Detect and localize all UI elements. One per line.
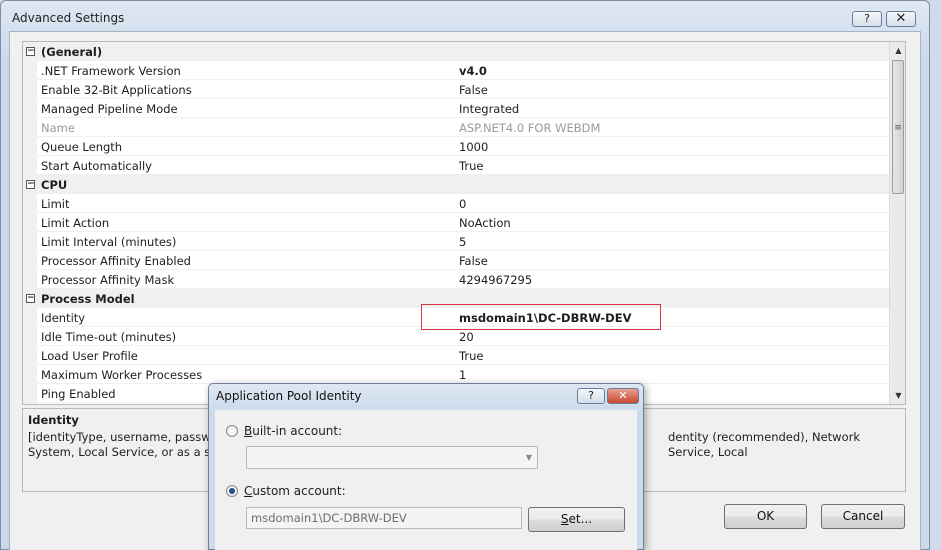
property-name: Managed Pipeline Mode	[41, 102, 178, 116]
window-title: Advanced Settings	[12, 11, 125, 25]
dialog-close-button[interactable]: ✕	[607, 388, 639, 404]
category-label: CPU	[41, 178, 68, 192]
description-line1-right: dentity (recommended), Network Service, …	[668, 430, 860, 459]
builtin-account-label[interactable]: Built-in account:	[244, 424, 342, 438]
property-row[interactable]: Limit 0	[23, 194, 889, 213]
property-name: Queue Length	[41, 140, 123, 154]
property-row[interactable]: Name ASP.NET4.0 FOR WEBDM	[23, 118, 889, 137]
property-value[interactable]: True	[459, 349, 483, 363]
property-value[interactable]: 4294967295	[459, 273, 532, 287]
ok-button[interactable]: OK	[724, 504, 807, 529]
category-label: Process Model	[41, 292, 135, 306]
property-row[interactable]: .NET Framework Version v4.0	[23, 61, 889, 80]
property-name: Maximum Worker Processes	[41, 368, 203, 382]
dialog-body: Built-in account: ▼ Custom account: msdo…	[215, 410, 637, 550]
property-value[interactable]: True	[459, 159, 483, 173]
custom-account-radio[interactable]	[226, 485, 238, 497]
chevron-down-icon: ▼	[525, 453, 532, 462]
property-row[interactable]: Load User Profile True	[23, 346, 889, 365]
property-value[interactable]: v4.0	[459, 64, 487, 78]
property-name: Identity	[41, 311, 86, 325]
dialog-help-button[interactable]: ?	[577, 388, 605, 404]
property-value[interactable]: ASP.NET4.0 FOR WEBDM	[459, 121, 600, 135]
property-value[interactable]: 20	[459, 330, 474, 344]
application-pool-identity-dialog: Application Pool Identity ? ✕ Built-in a…	[208, 383, 644, 550]
description-title: Identity	[28, 413, 79, 427]
property-value[interactable]: 0	[459, 197, 466, 211]
property-row[interactable]: Limit Interval (minutes) 5	[23, 232, 889, 251]
collapse-icon[interactable]: −	[26, 294, 35, 303]
property-row[interactable]: Processor Affinity Enabled False	[23, 251, 889, 270]
set-button[interactable]: Set...	[528, 507, 625, 532]
property-name: Processor Affinity Mask	[41, 273, 175, 287]
property-row[interactable]: Managed Pipeline Mode Integrated	[23, 99, 889, 118]
property-name: Limit	[41, 197, 70, 211]
property-row[interactable]: Start Automatically True	[23, 156, 889, 175]
property-name: Idle Time-out (minutes)	[41, 330, 177, 344]
category-label: (General)	[41, 45, 103, 59]
property-name: Ping Enabled	[41, 387, 116, 401]
vertical-scrollbar[interactable]: ▲ ≡ ▼	[889, 42, 905, 404]
custom-account-label[interactable]: Custom account:	[244, 484, 346, 498]
property-value[interactable]: 1	[459, 368, 466, 382]
property-name: .NET Framework Version	[41, 64, 181, 78]
property-name: Limit Action	[41, 216, 110, 230]
cancel-button[interactable]: Cancel	[821, 504, 905, 529]
close-button[interactable]: ✕	[886, 11, 916, 27]
property-value[interactable]: 5	[459, 235, 466, 249]
property-name: Processor Affinity Enabled	[41, 254, 191, 268]
property-name: Enable 32-Bit Applications	[41, 83, 192, 97]
scroll-up-icon[interactable]: ▲	[890, 42, 905, 59]
property-name: Limit Interval (minutes)	[41, 235, 177, 249]
identity-highlight-box	[421, 304, 661, 330]
property-name: Start Automatically	[41, 159, 152, 173]
builtin-account-select[interactable]: ▼	[246, 446, 538, 469]
property-value[interactable]: 1000	[459, 140, 488, 154]
property-value[interactable]: False	[459, 83, 488, 97]
scroll-down-icon[interactable]: ▼	[890, 387, 905, 404]
custom-account-field[interactable]: msdomain1\DC-DBRW-DEV	[246, 507, 522, 529]
category-row[interactable]: − (General)	[23, 42, 889, 61]
property-name: Load User Profile	[41, 349, 138, 363]
property-value[interactable]: Integrated	[459, 102, 519, 116]
property-row[interactable]: Queue Length 1000	[23, 137, 889, 156]
property-grid: − (General) .NET Framework Version v4.0 Enab…	[22, 41, 906, 405]
help-button[interactable]: ?	[852, 11, 882, 27]
category-row[interactable]: − CPU	[23, 175, 889, 194]
builtin-account-radio[interactable]	[226, 425, 238, 437]
property-row[interactable]: Limit Action NoAction	[23, 213, 889, 232]
collapse-icon[interactable]: −	[26, 180, 35, 189]
property-row[interactable]: Enable 32-Bit Applications False	[23, 80, 889, 99]
description-line1-left: [identityType, username, password	[28, 430, 230, 444]
property-row[interactable]: Processor Affinity Mask 4294967295	[23, 270, 889, 289]
scroll-thumb[interactable]: ≡	[892, 60, 904, 194]
property-value[interactable]: False	[459, 254, 488, 268]
collapse-icon[interactable]: −	[26, 47, 35, 56]
property-row[interactable]: Maximum Worker Processes 1	[23, 365, 889, 384]
dialog-title: Application Pool Identity	[216, 389, 362, 403]
property-value[interactable]: NoAction	[459, 216, 511, 230]
property-name: Name	[41, 121, 75, 135]
